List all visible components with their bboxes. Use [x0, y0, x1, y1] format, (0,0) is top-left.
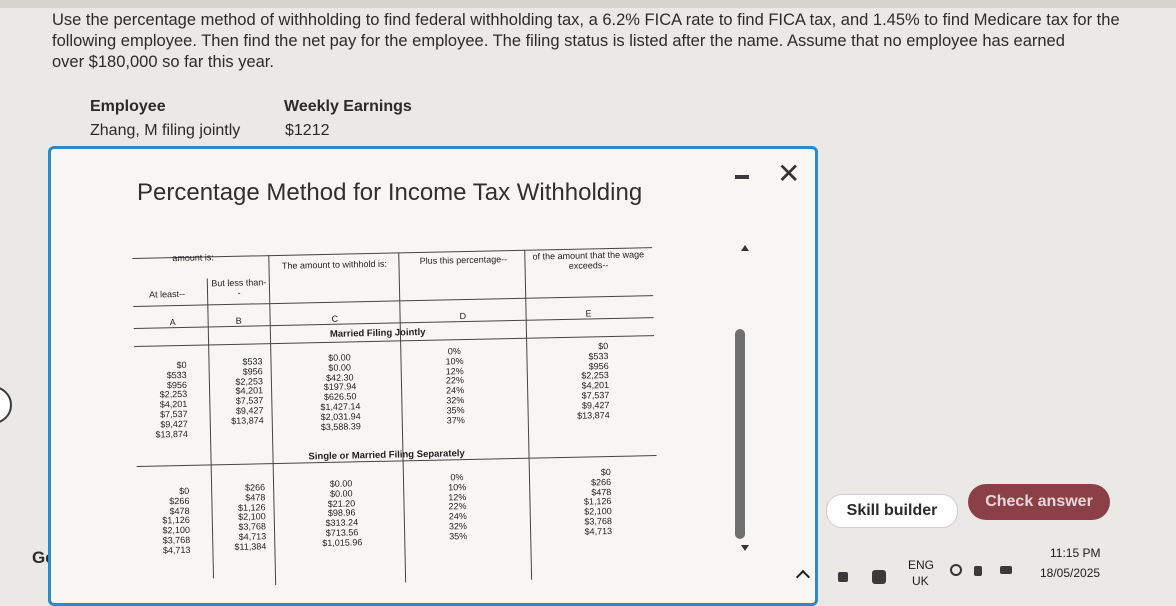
popup-title: Percentage Method for Income Tax Withhol…	[137, 179, 643, 206]
scrollbar-thumb[interactable]	[735, 329, 745, 539]
language-code[interactable]: ENG	[908, 558, 934, 572]
side-nav-button[interactable]	[0, 386, 12, 424]
cloud-icon[interactable]	[838, 572, 848, 582]
clock-date[interactable]: 18/05/2025	[1040, 566, 1100, 580]
single-col-c: $0.00 $0.00 $21.20 $98.96 $313.24 $713.5…	[305, 478, 378, 549]
question-text: Use the percentage method of withholding…	[52, 10, 1132, 73]
employee-column-header: Employee	[90, 98, 166, 115]
employee-name: Zhang, M filing jointly	[90, 122, 241, 139]
column-letter-b: B	[235, 315, 242, 326]
scroll-up-icon[interactable]	[741, 245, 749, 251]
check-answer-button[interactable]: Check answer	[968, 484, 1110, 520]
cell: $4,713	[584, 525, 613, 537]
cell: $13,874	[231, 415, 264, 426]
minimize-icon[interactable]	[735, 175, 749, 179]
volume-icon[interactable]	[974, 566, 982, 576]
wifi-icon[interactable]	[950, 564, 962, 576]
column-letter-c: C	[331, 313, 339, 324]
cell: $1,015.96	[322, 537, 363, 548]
married-col-c: $0.00 $0.00 $42.30 $197.94 $626.50 $1,42…	[304, 352, 376, 433]
married-col-d: 0% 10% 12% 22% 24% 32% 35% 37%	[434, 346, 476, 426]
weekly-earnings-column-header: Weekly Earnings	[284, 98, 412, 115]
header-at-least: At least--	[148, 288, 186, 300]
single-col-b: $266 $478 $1,126 $2,100 $3,768 $4,713 $1…	[215, 482, 267, 553]
question-line-2: following employee. Then find the net pa…	[52, 32, 1065, 50]
cell: $11,384	[234, 541, 267, 552]
skill-builder-button[interactable]: Skill builder	[826, 494, 958, 528]
header-withhold: The amount to withhold is:	[281, 258, 388, 271]
app-icon[interactable]	[872, 570, 886, 584]
top-bar	[0, 0, 1176, 8]
married-col-e: $0 $533 $956 $2,253 $4,201 $7,537 $9,427…	[548, 341, 610, 422]
cell: 37%	[446, 414, 465, 426]
cell: $13,874	[577, 409, 610, 421]
battery-icon[interactable]	[1000, 566, 1012, 574]
cell: 35%	[449, 530, 468, 542]
single-col-d: 0% 10% 12% 22% 24% 32% 35%	[437, 472, 478, 542]
close-icon[interactable]: ✕	[777, 159, 800, 189]
scroll-down-icon[interactable]	[741, 545, 749, 551]
header-percentage: Plus this percentage--	[419, 254, 508, 266]
cell: $13,874	[155, 428, 189, 440]
column-letter-e: E	[585, 308, 592, 319]
clock-time[interactable]: 11:15 PM	[1050, 546, 1100, 560]
single-col-e: $0 $266 $478 $1,126 $2,100 $3,768 $4,713	[551, 467, 613, 538]
header-exceeds: of the amount that the wage exceeds--	[532, 249, 645, 271]
column-letter-a: A	[169, 317, 176, 328]
married-col-b: $533 $956 $2,253 $4,201 $7,537 $9,427 $1…	[212, 356, 264, 427]
header-but-less: But less than--	[211, 277, 267, 298]
single-col-a: $0 $266 $478 $1,126 $2,100 $3,768 $4,713	[143, 486, 191, 557]
region-code[interactable]: UK	[912, 574, 929, 588]
question-line-3: over $180,000 so far this year.	[52, 53, 274, 71]
column-letter-d: D	[459, 311, 467, 322]
cell: $3,588.39	[320, 420, 361, 432]
header-amount: amount is:	[172, 252, 214, 264]
question-line-1: Use the percentage method of withholding…	[52, 11, 1120, 29]
married-section-title: Married Filing Jointly	[329, 326, 426, 340]
cell: $4,713	[162, 544, 191, 556]
employee-earnings: $1212	[285, 122, 330, 139]
married-col-a: $0 $533 $956 $2,253 $4,201 $7,537 $9,427…	[140, 360, 189, 440]
withholding-table-image: amount is: At least-- But less than-- Th…	[132, 233, 659, 586]
